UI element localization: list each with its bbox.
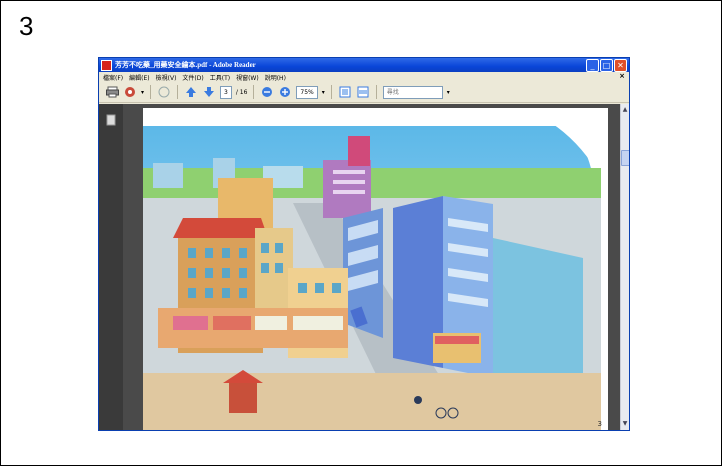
minimize-button[interactable]: _ <box>586 59 599 72</box>
menu-window[interactable]: 視窗(W) <box>236 73 259 82</box>
print-icon[interactable] <box>105 85 119 99</box>
menu-bar: 檔案(F) 編輯(E) 檢視(V) 文件(D) 工具(T) 視窗(W) 說明(H… <box>99 72 629 82</box>
page-total: / 16 <box>235 88 248 96</box>
previous-page-icon[interactable] <box>184 85 198 99</box>
zoom-level-select[interactable]: 75% <box>296 85 318 99</box>
chevron-down-icon[interactable]: ▾ <box>322 89 325 96</box>
document-close-icon[interactable]: × <box>619 72 625 80</box>
chevron-down-icon[interactable]: ▾ <box>447 89 450 96</box>
scroll-up-icon[interactable]: ▲ <box>621 106 629 114</box>
toolbar-separator <box>330 85 332 99</box>
toolbar-separator <box>177 85 179 99</box>
close-button[interactable]: ✕ <box>614 59 627 72</box>
maximize-button[interactable]: □ <box>600 59 613 72</box>
scroll-down-icon[interactable]: ▼ <box>621 420 629 428</box>
toolbar-separator <box>375 85 377 99</box>
page-number-input[interactable]: 3 <box>220 85 232 99</box>
zoom-in-icon[interactable] <box>278 85 292 99</box>
menu-tools[interactable]: 工具(T) <box>210 73 230 82</box>
menu-view[interactable]: 檢視(V) <box>156 73 177 82</box>
search-input[interactable]: 尋找 <box>382 85 443 99</box>
chevron-down-icon[interactable]: ▾ <box>141 89 144 96</box>
share-icon[interactable] <box>123 85 137 99</box>
window-controls: _ □ ✕ <box>586 59 627 72</box>
adobe-reader-window: 芳芳不吃藥_用藥安全繪本.pdf - Adobe Reader _ □ ✕ 檔案… <box>98 57 630 431</box>
city-illustration <box>143 108 601 430</box>
toolbar-separator <box>253 85 255 99</box>
menu-document[interactable]: 文件(D) <box>182 73 203 82</box>
zoom-out-icon[interactable] <box>260 85 274 99</box>
fit-page-icon[interactable] <box>338 85 352 99</box>
scroll-thumb[interactable] <box>621 150 629 166</box>
toolbar-separator <box>150 85 152 99</box>
navigation-pane <box>99 104 123 430</box>
toolbar: ▾ 3 / 16 75% ▾ 尋找 ▾ <box>99 82 629 103</box>
adobe-app-icon <box>101 59 112 71</box>
pages-icon[interactable] <box>105 114 117 126</box>
next-page-icon[interactable] <box>202 85 216 99</box>
vertical-scrollbar[interactable]: ▲ ▼ <box>620 104 629 430</box>
slide: 3 芳芳不吃藥_用藥安全繪本.pdf - Adobe Reader _ □ ✕ … <box>0 0 722 466</box>
work-area: 3 ▲ ▼ <box>99 104 629 430</box>
window-title: 芳芳不吃藥_用藥安全繪本.pdf - Adobe Reader <box>115 61 256 69</box>
fit-width-icon[interactable] <box>356 85 370 99</box>
page-corner-number: 3 <box>597 420 602 428</box>
document-viewport[interactable]: 3 <box>123 104 620 430</box>
attach-icon[interactable] <box>157 85 171 99</box>
menu-help[interactable]: 說明(H) <box>265 73 286 82</box>
menu-edit[interactable]: 編輯(E) <box>129 73 149 82</box>
menu-file[interactable]: 檔案(F) <box>103 73 123 82</box>
slide-number: 3 <box>19 11 34 41</box>
pdf-page: 3 <box>143 108 608 430</box>
title-bar: 芳芳不吃藥_用藥安全繪本.pdf - Adobe Reader _ □ ✕ <box>99 58 629 72</box>
